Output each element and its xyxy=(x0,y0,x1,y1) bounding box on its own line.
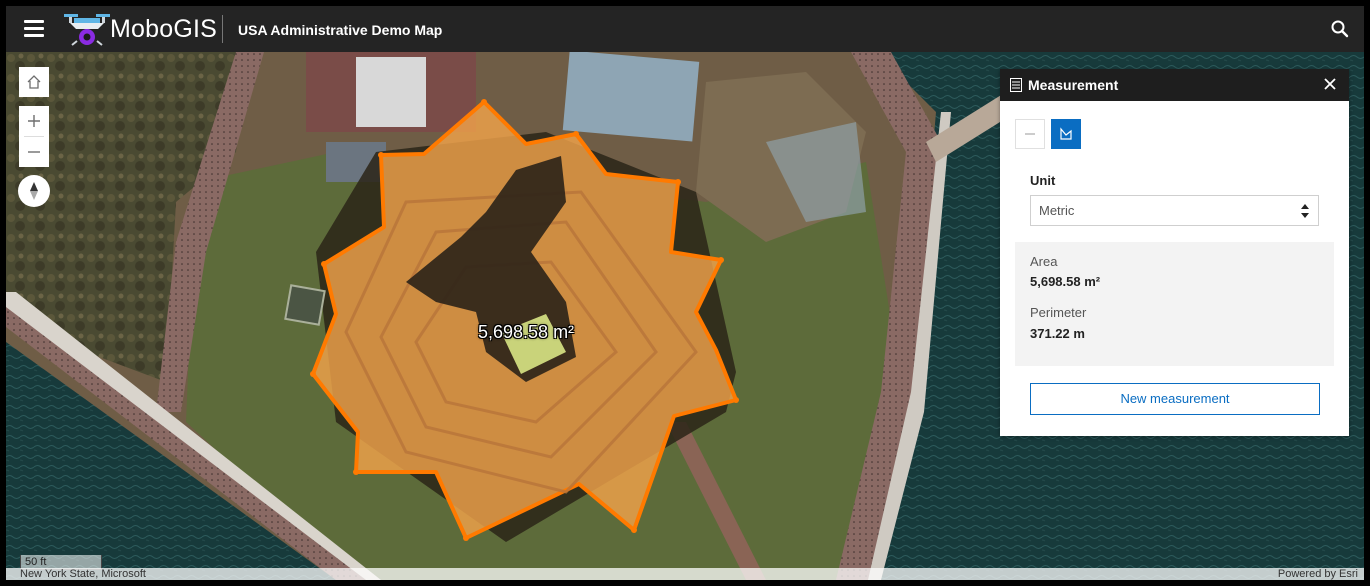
compass-icon xyxy=(30,182,38,200)
header-divider xyxy=(222,15,223,43)
measurement-panel: Measurement Unit Metric Area 5,698.58 m²… xyxy=(1000,69,1349,436)
app-title: USA Administrative Demo Map xyxy=(238,22,443,38)
attribution-bar: New York State, Microsoft Powered by Esr… xyxy=(6,568,1364,580)
compass-button[interactable] xyxy=(18,175,50,207)
perimeter-label: Perimeter xyxy=(1030,305,1087,320)
panel-title: Measurement xyxy=(1028,77,1119,93)
map-measurement-label: 5,698.58 m² xyxy=(478,322,575,342)
panel-header: Measurement xyxy=(1000,69,1349,101)
perimeter-value: 371.22 m xyxy=(1030,326,1085,341)
measurement-icon xyxy=(1010,78,1022,92)
unit-select-value: Metric xyxy=(1039,203,1075,218)
zoom-out-button[interactable] xyxy=(19,137,49,167)
unit-select[interactable]: Metric xyxy=(1030,195,1319,226)
minus-icon xyxy=(28,151,40,153)
zoom-controls xyxy=(19,106,49,167)
distance-tool-button[interactable] xyxy=(1015,119,1045,149)
area-value: 5,698.58 m² xyxy=(1030,274,1101,289)
select-arrows-icon xyxy=(1301,204,1309,218)
close-icon[interactable] xyxy=(1323,77,1337,91)
distance-tool-icon xyxy=(1025,133,1035,135)
map-view[interactable]: 5,698.58 m² 50 ft New York State, Micros… xyxy=(6,52,1364,580)
brand-name: MoboGIS xyxy=(110,15,218,43)
menu-icon[interactable] xyxy=(24,20,44,38)
home-icon xyxy=(27,75,41,89)
powered-by-esri[interactable]: Powered by Esri xyxy=(1278,568,1358,580)
plus-icon xyxy=(28,115,40,127)
app-window: MoboGIS USA Administrative Demo Map 5,69… xyxy=(6,6,1364,580)
new-measurement-button[interactable]: New measurement xyxy=(1030,383,1320,415)
attribution-sources[interactable]: New York State, Microsoft xyxy=(20,568,146,580)
drone-logo-icon xyxy=(64,14,110,46)
area-tool-button[interactable] xyxy=(1051,119,1081,149)
top-bar: MoboGIS USA Administrative Demo Map xyxy=(6,6,1364,52)
measurement-results: Area 5,698.58 m² Perimeter 371.22 m xyxy=(1015,242,1334,366)
home-button[interactable] xyxy=(19,67,49,97)
search-icon[interactable] xyxy=(1330,19,1350,39)
area-label: Area xyxy=(1030,254,1058,269)
area-tool-icon xyxy=(1060,127,1072,140)
unit-label: Unit xyxy=(1030,173,1056,188)
zoom-in-button[interactable] xyxy=(19,106,49,136)
